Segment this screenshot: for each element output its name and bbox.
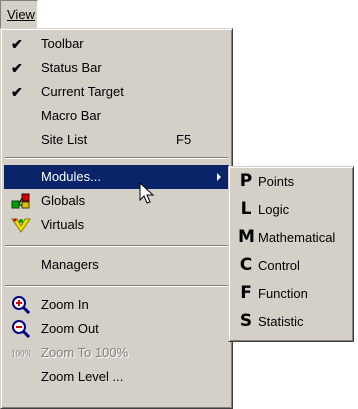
zoom-100-icon-text: 100% [11,349,31,359]
menu-item-globals[interactable]: Globals [4,189,229,213]
submenu-item-label: Mathematical [258,230,336,245]
mathematical-icon: M [238,227,255,247]
submenu-item-label: Function [258,286,308,301]
menu-item-site-list[interactable]: Site List F5 [4,128,229,152]
submenu-item-function[interactable]: F Function [232,282,350,306]
menu-item-label: Modules... [41,169,101,184]
menu-item-label: Toolbar [41,36,84,51]
menu-item-label: Current Target [41,84,124,99]
zoom-out-icon [12,320,31,338]
menu-separator [5,157,228,159]
points-icon: P [239,171,253,191]
virtuals-icon [11,218,31,233]
menu-item-virtuals[interactable]: Virtuals [4,213,229,237]
submenu-item-label: Control [258,258,300,273]
menu-item-zoom-out[interactable]: Zoom Out [4,317,229,341]
view-menu-label: View [7,7,35,22]
menu-item-zoom-level[interactable]: Zoom Level ... [4,365,229,389]
submenu-item-points[interactable]: P Points [232,170,350,194]
menu-separator [5,285,228,287]
submenu-item-label: Logic [258,202,290,217]
function-icon: F [240,283,252,303]
shortcut-label: F5 [176,132,192,147]
menu-item-modules[interactable]: Modules... [4,165,229,189]
globals-icon [11,193,30,209]
menu-item-label: Virtuals [41,217,85,232]
checkmark-icon: ✔ [11,36,23,52]
modules-submenu: P Points L Logic M Mathematical C Contro… [228,166,354,342]
view-menu[interactable]: View [0,0,38,28]
submenu-arrow-icon [217,173,221,181]
statistic-icon: S [239,311,253,331]
zoom-100-icon: 100% [11,349,31,359]
submenu-item-label: Statistic [258,314,304,329]
submenu-item-statistic[interactable]: S Statistic [232,310,350,334]
menu-separator [5,245,228,247]
control-icon: C [239,255,253,275]
menu-item-macro-bar[interactable]: Macro Bar [4,104,229,128]
menu-item-label: Macro Bar [41,108,101,123]
menu-item-label: Zoom Level ... [41,369,124,384]
menu-item-label: Status Bar [41,60,102,75]
menu-item-toolbar[interactable]: ✔ Toolbar [4,32,229,56]
submenu-item-control[interactable]: C Control [232,254,350,278]
menu-item-label: Globals [41,193,86,208]
logic-icon: L [240,199,252,219]
menu-item-label: Zoom In [41,297,89,312]
menu-item-label: Managers [41,257,99,272]
zoom-in-icon [12,296,31,314]
menu-item-label: Zoom To 100% [41,345,129,360]
submenu-item-label: Points [258,174,295,189]
checkmark-icon: ✔ [11,60,23,76]
submenu-item-mathematical[interactable]: M Mathematical [232,226,350,250]
menu-item-managers[interactable]: Managers [4,253,229,277]
menu-item-label: Site List [41,132,88,147]
checkmark-icon: ✔ [11,84,23,100]
view-dropdown-menu: ✔ Toolbar ✔ Status Bar ✔ Current Target … [0,28,233,409]
mouse-pointer-icon [139,182,155,204]
submenu-item-logic[interactable]: L Logic [232,198,350,222]
menu-item-zoom-100[interactable]: 100% Zoom To 100% [4,341,229,365]
menu-item-status-bar[interactable]: ✔ Status Bar [4,56,229,80]
menu-item-label: Zoom Out [41,321,99,336]
menu-item-current-target[interactable]: ✔ Current Target [4,80,229,104]
menu-item-zoom-in[interactable]: Zoom In [4,293,229,317]
